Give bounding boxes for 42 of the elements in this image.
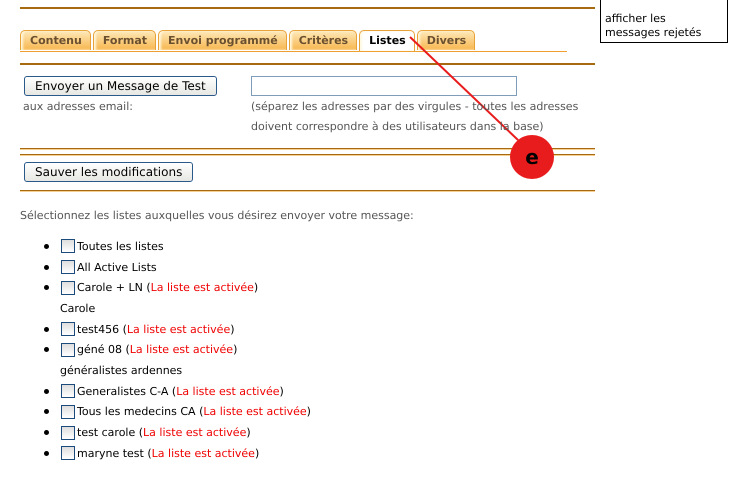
tab[interactable]: Listes [359,30,415,51]
checkbox[interactable] [61,404,75,419]
bullet-icon [44,450,49,456]
tab[interactable]: Divers [416,30,476,50]
bullet-icon [44,244,49,249]
checkbox[interactable] [61,342,75,357]
tab[interactable]: Format [92,30,156,50]
list-description: généralistes ardennes [60,364,182,377]
list-name: test456 (La liste est activée) [77,322,235,336]
tab[interactable]: Contenu [20,30,91,50]
send-test-button[interactable]: Envoyer un Message de Test [24,76,217,96]
list-name: test carole (La liste est activée) [77,426,251,440]
list-name: Tous les medecins CA (La liste est activée) [77,405,311,418]
checkbox[interactable] [61,260,75,274]
list-name: Toutes les listes [77,240,164,253]
bullet-icon [44,264,49,270]
bullet-icon [44,430,49,436]
tab[interactable]: Envoi programmé [158,30,287,50]
tab[interactable]: Critères [288,30,358,50]
bullet-icon [44,285,49,290]
list-name: Carole + LN (La liste est activée) [77,281,258,294]
list-name: Generalistes C-A (La liste est activée) [77,384,284,398]
callout-badge: e [510,135,554,179]
instruction-text: Sélectionnez les listes auxquelles vous désirez envoyer votre message: [20,209,415,222]
email-label: aux adresses email: [23,100,134,113]
list-name: maryne test (La liste est activée) [77,446,260,460]
bullet-icon [44,388,49,394]
save-button[interactable]: Sauver les modifications [24,162,194,182]
bullet-icon [44,347,49,352]
list-description: Carole [60,302,96,315]
list-name: géné 08 (La liste est activée) [77,343,238,356]
checkbox[interactable] [61,280,75,295]
checkbox[interactable] [61,384,75,398]
checkbox[interactable] [61,239,75,254]
email-input-field[interactable] [251,76,517,96]
checkbox[interactable] [61,446,75,460]
checkbox[interactable] [61,426,75,440]
menu-item[interactable]: afficher les messages rejetés [601,10,727,42]
bullet-icon [44,409,49,414]
list-name: All Active Lists [77,260,157,274]
bullet-icon [44,326,49,332]
checkbox[interactable] [61,322,75,336]
